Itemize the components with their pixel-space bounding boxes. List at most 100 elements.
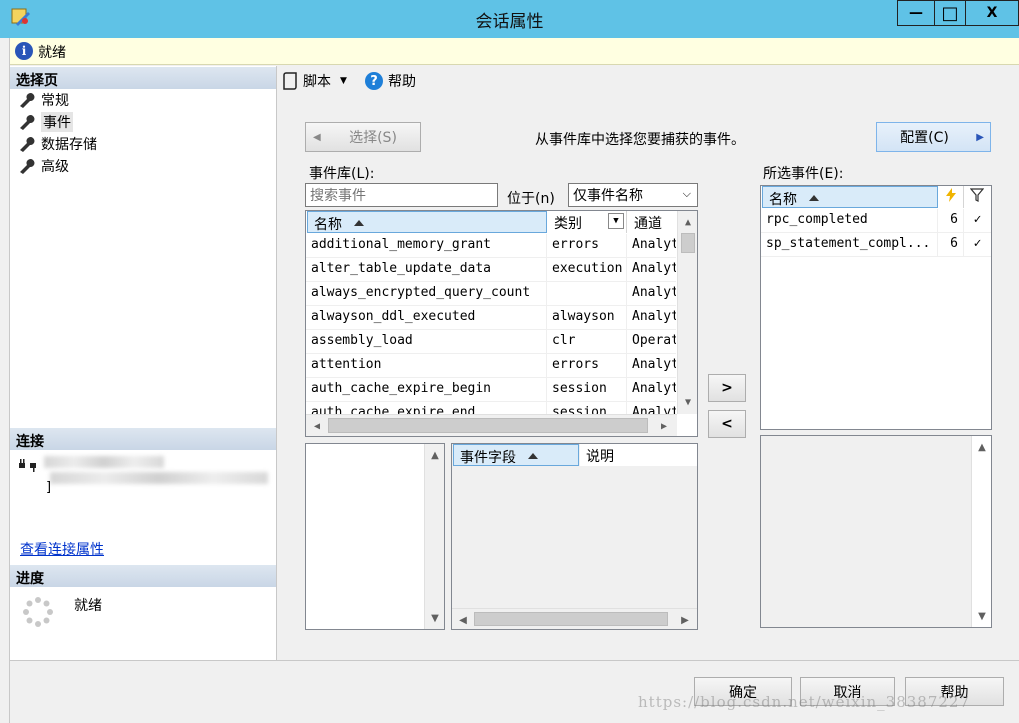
close-button[interactable]: X	[965, 0, 1019, 26]
script-button[interactable]: 脚本 ▼	[282, 71, 347, 91]
remove-event-button[interactable]: <	[708, 410, 746, 438]
wrench-icon	[20, 93, 35, 108]
event-category	[547, 282, 627, 306]
library-vertical-scrollbar[interactable]: ▲ ▼	[677, 211, 697, 414]
progress-header: 进度	[10, 565, 276, 587]
page-advanced[interactable]: 高级	[18, 156, 69, 176]
event-fields-table[interactable]: 事件字段 说明 ◀ ▶	[451, 443, 698, 630]
scroll-up-icon[interactable]: ▲	[427, 447, 443, 463]
scroll-thumb[interactable]	[474, 612, 668, 626]
wrench-icon	[20, 137, 35, 152]
chevron-down-icon: ⌵	[682, 187, 691, 200]
table-row[interactable]: auth_cache_expire_begin session Analyt	[306, 378, 676, 402]
progress-spinner-icon	[23, 597, 53, 627]
script-icon	[283, 72, 297, 90]
page-label: 常规	[41, 93, 69, 109]
column-header-category[interactable]: 类别 ▼	[548, 211, 627, 233]
column-header-event-field[interactable]: 事件字段	[453, 444, 579, 466]
status-info-bar: i 就绪	[10, 38, 1019, 65]
description-vertical-scrollbar[interactable]: ▲ ▼	[424, 444, 444, 629]
column-header-actions[interactable]	[939, 186, 964, 208]
view-connection-properties-link[interactable]: 查看连接属性	[20, 539, 104, 559]
selected-event-detail-panel: ▲ ▼	[760, 435, 992, 628]
footer-divider	[10, 660, 1019, 661]
scroll-down-icon[interactable]: ▼	[974, 608, 990, 624]
scroll-thumb[interactable]	[681, 233, 695, 253]
column-header-name[interactable]: 名称	[307, 211, 547, 233]
table-row[interactable]: rpc_completed 6 ✓	[761, 209, 991, 233]
event-channel: Analyt	[632, 237, 676, 252]
table-row[interactable]: attention errors Analyt	[306, 354, 676, 378]
selected-events-label: 所选事件(E):	[763, 166, 844, 182]
table-row[interactable]: additional_memory_grant errors Analyt	[306, 234, 676, 258]
help-toolbar-button[interactable]: ? 帮助	[365, 71, 416, 91]
scroll-right-icon[interactable]: ▶	[677, 612, 693, 628]
table-row[interactable]: alter_table_update_data execution Analyt	[306, 258, 676, 282]
scroll-thumb[interactable]	[328, 418, 648, 433]
scroll-right-icon[interactable]: ▶	[656, 418, 672, 434]
scroll-down-icon[interactable]: ▼	[427, 610, 443, 626]
detail-vertical-scrollbar[interactable]: ▲ ▼	[971, 436, 991, 627]
fields-horizontal-scrollbar[interactable]: ◀ ▶	[452, 608, 697, 629]
page-data-storage[interactable]: 数据存储	[18, 134, 97, 154]
event-name: alter_table_update_data	[306, 258, 547, 282]
column-header-description[interactable]: 说明	[580, 444, 697, 466]
chevron-down-icon[interactable]: ▼	[340, 76, 347, 86]
minimize-icon: —	[909, 5, 923, 21]
scroll-left-icon[interactable]: ◀	[455, 612, 471, 628]
event-channel: Analyt	[632, 285, 676, 300]
status-text: 就绪	[38, 45, 66, 61]
event-name: rpc_completed	[761, 209, 938, 233]
column-header-name[interactable]: 名称	[762, 186, 938, 208]
filter-select-value: 仅事件名称	[573, 188, 643, 204]
event-category: clr	[547, 330, 627, 354]
search-events-input[interactable]	[305, 183, 498, 207]
maximize-icon: □	[941, 2, 959, 24]
page-general[interactable]: 常规	[18, 90, 69, 110]
dropdown-icon[interactable]: ▼	[608, 213, 624, 229]
minimize-button[interactable]: —	[897, 0, 935, 26]
page-label: 数据存储	[41, 137, 97, 153]
page-events[interactable]: 事件	[18, 112, 73, 132]
located-in-label: 位于(n)	[507, 191, 555, 207]
maximize-button[interactable]: □	[934, 0, 966, 26]
add-event-button[interactable]: >	[708, 374, 746, 402]
sort-asc-icon	[354, 220, 364, 226]
column-header-filter[interactable]	[964, 186, 991, 208]
table-row[interactable]: always_encrypted_query_count Analyt	[306, 282, 676, 306]
filter-select[interactable]: 仅事件名称 ⌵	[568, 183, 698, 207]
watermark-text: https://blog.csdn.net/weixin_38387227	[638, 693, 971, 711]
library-horizontal-scrollbar[interactable]: ◀ ▶	[306, 414, 677, 436]
event-name: alwayson_ddl_executed	[306, 306, 547, 330]
sort-asc-icon	[528, 453, 538, 459]
column-header-channel[interactable]: 通道	[628, 211, 676, 233]
wrench-icon	[20, 115, 35, 130]
scroll-up-icon[interactable]: ▲	[974, 439, 990, 455]
table-row[interactable]: auth_cache_expire_end session Analyt	[306, 402, 676, 414]
event-channel: Analyt	[632, 261, 676, 276]
table-row[interactable]: alwayson_ddl_executed alwayson Analyt	[306, 306, 676, 330]
scroll-down-icon[interactable]: ▼	[680, 394, 696, 410]
event-channel: Analyt	[632, 405, 676, 414]
scroll-up-icon[interactable]: ▲	[680, 214, 696, 230]
event-category: execution	[547, 258, 627, 282]
event-name: sp_statement_compl...	[761, 233, 938, 257]
header-label: 通道	[634, 216, 662, 232]
bracket-mark: ]	[46, 480, 52, 495]
event-name: assembly_load	[306, 330, 547, 354]
chevron-left-icon: <	[721, 416, 733, 432]
filter-icon	[969, 188, 985, 202]
event-name: auth_cache_expire_end	[306, 402, 547, 414]
configure-button[interactable]: 配置(C) ▶	[876, 122, 991, 152]
toolbar: 脚本 ▼ ? 帮助	[278, 66, 1019, 96]
selected-events-table[interactable]: 名称 rpc_completed 6 ✓ sp_statement_compl.…	[760, 185, 992, 430]
table-row[interactable]: assembly_load clr Operat	[306, 330, 676, 354]
blurred-user-name	[50, 472, 268, 484]
table-row[interactable]: sp_statement_compl... 6 ✓	[761, 233, 991, 257]
event-library-table[interactable]: 名称 类别 ▼ 通道 additional_memory_grant error…	[305, 210, 698, 437]
title-bar: 会话属性 — □ X	[0, 0, 1019, 38]
select-button[interactable]: ◀ 选择(S)	[305, 122, 421, 152]
event-channel: Analyt	[632, 381, 676, 396]
scroll-left-icon[interactable]: ◀	[309, 418, 325, 434]
chevron-right-icon: ▶	[976, 131, 984, 143]
